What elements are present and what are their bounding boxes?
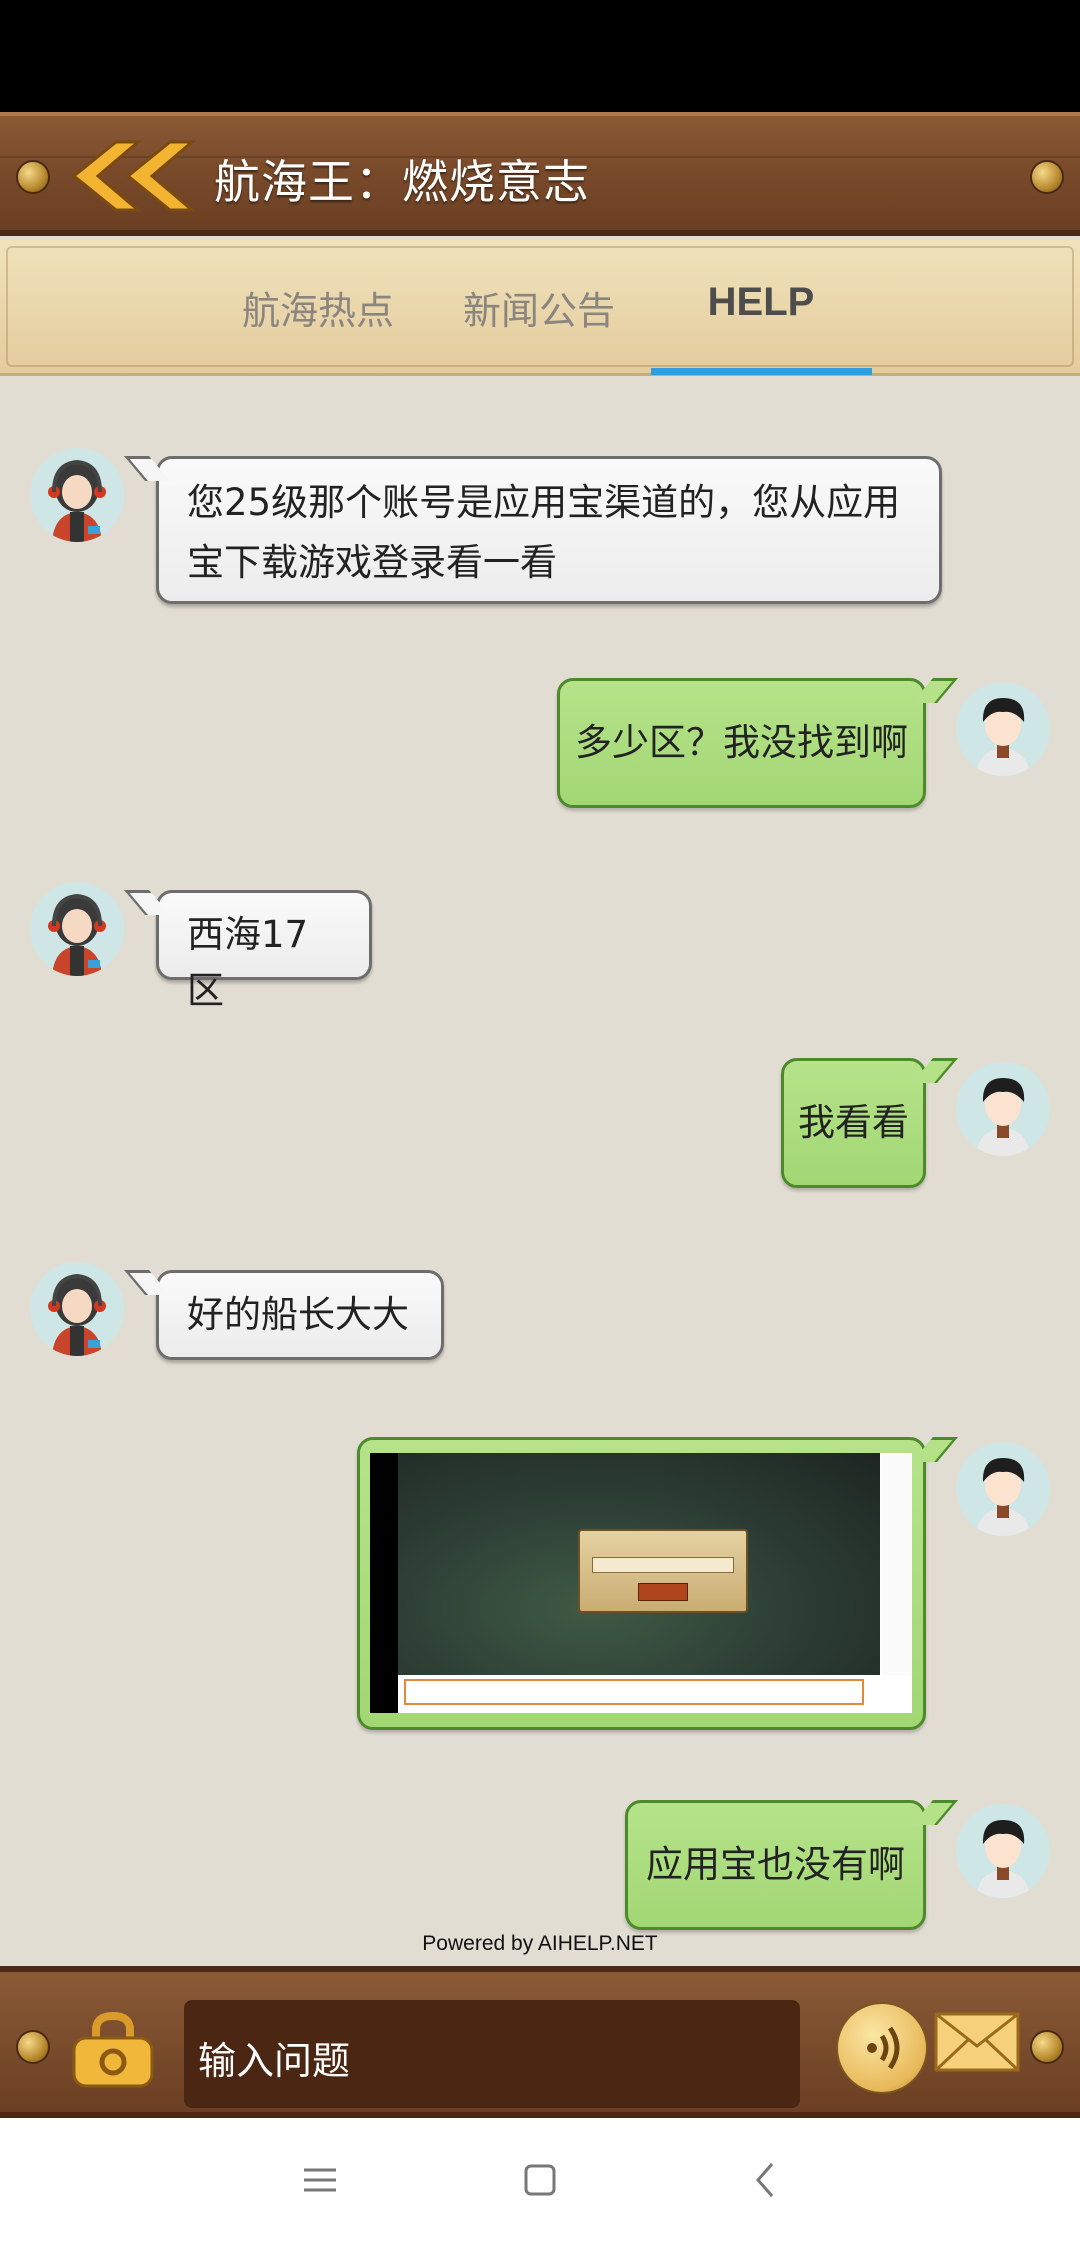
status-bar [0, 0, 1080, 112]
rivet-icon [16, 160, 50, 194]
agent-avatar [30, 1262, 124, 1356]
image-sidebar [882, 1453, 912, 1675]
back-button[interactable] [66, 138, 197, 214]
message-text: 您25级那个账号是应用宝渠道的，您从应用宝下载游戏登录看一看 [187, 481, 901, 584]
message-text: 我看看 [798, 1101, 909, 1144]
image-input-row [404, 1679, 864, 1705]
user-message-bubble: 多少区？我没找到啊 [557, 678, 926, 808]
send-button[interactable] [934, 2012, 1020, 2072]
rivet-icon [1030, 160, 1064, 194]
tab-hot-news[interactable]: 航海热点 [208, 280, 428, 336]
image-border [370, 1453, 398, 1713]
agent-avatar [30, 882, 124, 976]
menu-icon [304, 2168, 336, 2192]
user-avatar [956, 1442, 1050, 1536]
agent-avatar [30, 448, 124, 542]
screenshot-image[interactable] [370, 1453, 912, 1713]
agent-message-bubble: 您25级那个账号是应用宝渠道的，您从应用宝下载游戏登录看一看 [156, 456, 942, 604]
tab-help[interactable]: HELP [651, 280, 871, 336]
menu-button[interactable] [290, 2150, 350, 2210]
voice-button[interactable] [836, 2002, 928, 2094]
app-header: 航海王：燃烧意志 [0, 112, 1080, 236]
page-title: 航海王：燃烧意志 [214, 155, 590, 209]
system-nav-bar [0, 2118, 1080, 2248]
agent-message-bubble: 好的船长大大 [156, 1270, 444, 1360]
lock-button[interactable] [68, 2010, 158, 2090]
back-arrow-icon [756, 2163, 774, 2197]
home-square-icon [524, 2164, 556, 2196]
message-text: 西海17区 [187, 913, 309, 1012]
powered-by-label: Powered by AIHELP.NET [422, 1932, 658, 1955]
rivet-icon [16, 2030, 50, 2064]
tab-bar: 航海热点 新闻公告 HELP [0, 240, 1080, 376]
tab-announcements[interactable]: 新闻公告 [429, 280, 649, 336]
question-input[interactable]: 输入问题 [184, 2000, 800, 2108]
image-dialog-button [638, 1583, 688, 1601]
double-chevron-left-icon [71, 140, 197, 212]
active-tab-indicator [651, 368, 872, 375]
image-dialog-field [592, 1557, 734, 1573]
message-text: 应用宝也没有啊 [646, 1843, 905, 1886]
voice-icon [867, 2026, 900, 2070]
back-nav-button[interactable] [736, 2150, 796, 2210]
agent-message-bubble: 西海17区 [156, 890, 372, 1012]
message-text: 多少区？我没找到啊 [575, 721, 908, 764]
user-message-bubble: 应用宝也没有啊 [625, 1800, 926, 1930]
input-bar: 输入问题 [0, 1966, 1080, 2118]
mail-icon [934, 2012, 1020, 2072]
user-avatar [956, 1804, 1050, 1898]
input-placeholder: 输入问题 [198, 2039, 351, 2083]
rivet-icon [1030, 2030, 1064, 2064]
user-avatar [956, 682, 1050, 776]
home-button[interactable] [510, 2150, 570, 2210]
lock-icon [72, 2011, 154, 2088]
image-dialog [578, 1529, 748, 1613]
user-message-bubble: 我看看 [781, 1058, 926, 1188]
user-avatar [956, 1062, 1050, 1156]
message-text: 好的船长大大 [187, 1293, 409, 1336]
